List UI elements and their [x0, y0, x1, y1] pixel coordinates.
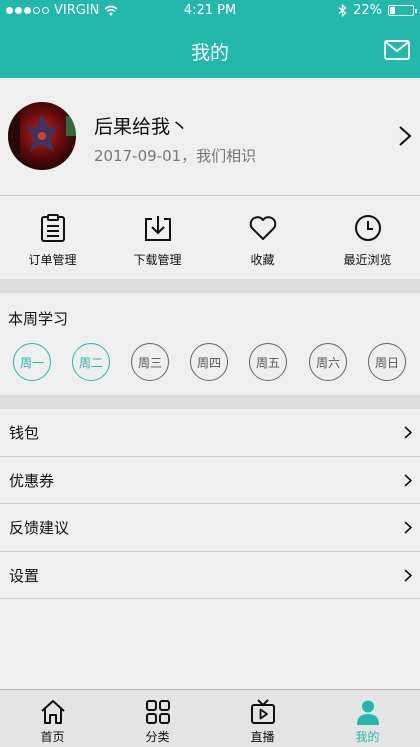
tab-label: 直播: [250, 730, 275, 744]
action-favorites[interactable]: 收藏: [210, 197, 315, 279]
tv-icon: [250, 699, 275, 724]
day-fri[interactable]: 周五: [249, 343, 287, 381]
profile-name: 后果给我丶: [94, 116, 190, 138]
chevron-right-icon[interactable]: [398, 125, 412, 147]
heart-icon: [249, 216, 276, 240]
menu-item-label: 优惠券: [9, 471, 55, 490]
weekly-title: 本周学习: [8, 310, 69, 328]
menu-item-coupons[interactable]: 优惠券: [0, 456, 420, 504]
tab-home[interactable]: 首页: [0, 690, 105, 747]
menu-item-label: 反馈建议: [9, 519, 70, 537]
clipboard-icon: [40, 214, 65, 242]
quick-actions: 订单管理 下载管理 收藏 最近浏览: [0, 197, 420, 279]
menu-item-settings[interactable]: 设置: [0, 551, 420, 599]
action-label: 最近浏览: [343, 253, 392, 267]
tab-label: 我的: [355, 730, 380, 744]
day-wed[interactable]: 周三: [131, 343, 169, 381]
menu-item-feedback[interactable]: 反馈建议: [0, 504, 420, 552]
day-thu[interactable]: 周四: [190, 343, 228, 381]
download-icon: [144, 216, 171, 241]
tab-label: 分类: [145, 730, 170, 744]
battery-percent: 22%: [353, 3, 382, 18]
tab-mine[interactable]: 我的: [315, 690, 420, 747]
avatar[interactable]: [8, 102, 76, 170]
settings-list: 钱包 优惠券 反馈建议 设置: [0, 409, 420, 599]
tab-bar: 首页 分类 直播 我的: [0, 689, 420, 747]
clock-icon: [354, 215, 381, 241]
chevron-right-icon: [404, 568, 412, 582]
tab-label: 首页: [40, 730, 65, 744]
day-sun[interactable]: 周日: [368, 343, 406, 381]
chevron-right-icon: [404, 521, 412, 534]
home-icon: [40, 700, 65, 724]
menu-item-wallet[interactable]: 钱包: [0, 409, 420, 457]
chevron-right-icon: [404, 473, 412, 487]
action-orders[interactable]: 订单管理: [0, 197, 105, 279]
action-downloads[interactable]: 下载管理: [105, 197, 210, 279]
action-label: 收藏: [250, 253, 275, 267]
tab-live[interactable]: 直播: [210, 690, 315, 747]
bluetooth-icon: [338, 4, 347, 17]
page-title: 我的: [190, 42, 229, 64]
nav-bar: 我的: [0, 22, 420, 78]
user-icon: [356, 700, 379, 725]
day-tue[interactable]: 周二: [72, 343, 110, 381]
tab-categories[interactable]: 分类: [105, 690, 210, 747]
action-recent[interactable]: 最近浏览: [315, 197, 420, 279]
mail-icon[interactable]: [384, 39, 410, 61]
action-label: 订单管理: [28, 253, 77, 267]
chevron-right-icon: [404, 426, 412, 439]
status-bar: VIRGIN 4:21 PM 22%: [0, 0, 420, 22]
grid-icon: [145, 700, 170, 724]
day-mon[interactable]: 周一: [13, 343, 51, 381]
section-divider: [0, 279, 420, 293]
profile-card[interactable]: 后果给我丶 2017-09-01，我们相识: [0, 78, 420, 196]
menu-item-label: 设置: [9, 566, 40, 585]
status-right: 22%: [338, 3, 417, 18]
section-divider: [0, 395, 420, 409]
avatar-image: [8, 102, 76, 170]
menu-item-label: 钱包: [9, 424, 40, 442]
battery-icon: [388, 5, 417, 16]
weekly-study: 本周学习 周一 周二 周三 周四 周五 周六 周日: [0, 293, 420, 395]
action-label: 下载管理: [133, 253, 182, 267]
profile-join-date: 2017-09-01，我们相识: [94, 147, 257, 165]
day-sat[interactable]: 周六: [309, 343, 347, 381]
